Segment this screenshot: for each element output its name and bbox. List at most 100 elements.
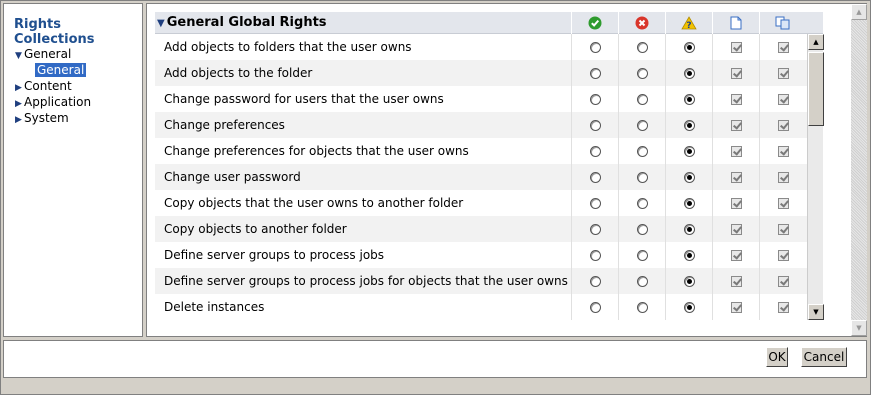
granted-radio-cell — [571, 164, 618, 190]
denied-radio-cell — [618, 216, 665, 242]
denied-radio[interactable] — [636, 249, 648, 261]
apply-to-object-checkbox[interactable] — [730, 171, 742, 183]
granted-radio[interactable] — [589, 67, 601, 79]
denied-radio-cell — [618, 34, 665, 60]
table-vertical-scrollbar[interactable]: ▲ ▼ — [807, 34, 824, 320]
table-row: Copy objects to another folder — [155, 216, 807, 242]
denied-radio[interactable] — [636, 223, 648, 235]
apply-to-object-checkbox[interactable] — [730, 197, 742, 209]
expanded-arrow-icon[interactable]: ▼ — [157, 18, 165, 29]
denied-radio[interactable] — [636, 197, 648, 209]
apply-to-subobjects-checkbox[interactable] — [777, 301, 789, 313]
apply-to-subobjects-checkbox[interactable] — [777, 249, 789, 261]
table-row: Add objects to folders that the user own… — [155, 34, 807, 60]
apply-to-object-checkbox-cell — [712, 268, 759, 294]
collapsed-arrow-icon[interactable]: ▶ — [15, 112, 24, 128]
apply-to-object-icon — [730, 16, 742, 30]
not-specified-radio[interactable] — [683, 41, 695, 53]
scroll-down-arrow-icon[interactable]: ▼ — [808, 304, 824, 320]
denied-x-icon — [635, 16, 649, 30]
dialog-footer — [3, 340, 867, 378]
scroll-up-arrow-icon[interactable]: ▲ — [808, 34, 824, 50]
not-specified-radio[interactable] — [683, 249, 695, 261]
granted-radio[interactable] — [589, 145, 601, 157]
granted-radio[interactable] — [589, 41, 601, 53]
not-specified-radio-cell — [665, 164, 712, 190]
apply-to-subobjects-checkbox-cell — [759, 294, 806, 320]
apply-to-subobjects-checkbox[interactable] — [777, 223, 789, 235]
denied-radio[interactable] — [636, 145, 648, 157]
cancel-button[interactable]: Cancel — [801, 347, 847, 367]
apply-to-object-checkbox-cell — [712, 60, 759, 86]
denied-radio[interactable] — [636, 275, 648, 287]
tree-item-application[interactable]: ▶ Application — [15, 94, 91, 110]
right-label: Define server groups to process jobs — [164, 248, 385, 262]
apply-to-subobjects-checkbox[interactable] — [777, 67, 789, 79]
apply-to-subobjects-checkbox-cell — [759, 60, 806, 86]
apply-to-subobjects-checkbox[interactable] — [777, 41, 789, 53]
apply-to-object-checkbox-cell — [712, 190, 759, 216]
denied-radio[interactable] — [636, 93, 648, 105]
not-specified-radio[interactable] — [683, 119, 695, 131]
denied-radio[interactable] — [636, 67, 648, 79]
scroll-thumb[interactable] — [808, 52, 824, 126]
denied-radio[interactable] — [636, 171, 648, 183]
tree-item-system[interactable]: ▶ System — [15, 110, 91, 126]
granted-radio-cell — [571, 268, 618, 294]
right-label: Change preferences — [164, 118, 285, 132]
right-label: Add objects to folders that the user own… — [164, 40, 412, 54]
tree-item-general[interactable]: ▼ General — [15, 46, 91, 62]
column-header-denied[interactable] — [618, 12, 665, 34]
ok-button[interactable]: OK — [766, 347, 788, 367]
scroll-down-arrow-icon[interactable]: ▼ — [851, 320, 867, 336]
column-header-not-specified[interactable]: ? — [665, 12, 712, 34]
section-title[interactable]: ▼ General Global Rights — [157, 15, 327, 30]
apply-to-object-checkbox[interactable] — [730, 301, 742, 313]
granted-radio[interactable] — [589, 249, 601, 261]
not-specified-radio[interactable] — [683, 223, 695, 235]
granted-radio[interactable] — [589, 223, 601, 235]
apply-to-object-checkbox[interactable] — [730, 223, 742, 235]
not-specified-radio[interactable] — [683, 145, 695, 157]
denied-radio[interactable] — [636, 119, 648, 131]
granted-radio[interactable] — [589, 301, 601, 313]
column-header-apply-subobjects[interactable] — [759, 12, 806, 34]
apply-to-subobjects-checkbox[interactable] — [777, 119, 789, 131]
not-specified-radio[interactable] — [683, 301, 695, 313]
not-specified-radio[interactable] — [683, 275, 695, 287]
apply-to-subobjects-checkbox[interactable] — [777, 197, 789, 209]
apply-to-object-checkbox[interactable] — [730, 119, 742, 131]
denied-radio[interactable] — [636, 41, 648, 53]
apply-to-object-checkbox[interactable] — [730, 67, 742, 79]
expanded-arrow-icon[interactable]: ▼ — [15, 48, 24, 64]
apply-to-subobjects-checkbox-cell — [759, 268, 806, 294]
not-specified-radio[interactable] — [683, 171, 695, 183]
apply-to-subobjects-checkbox[interactable] — [777, 275, 789, 287]
apply-to-object-checkbox[interactable] — [730, 275, 742, 287]
apply-to-subobjects-checkbox[interactable] — [777, 171, 789, 183]
not-specified-radio[interactable] — [683, 197, 695, 209]
granted-radio[interactable] — [589, 93, 601, 105]
granted-radio[interactable] — [589, 119, 601, 131]
right-label: Delete instances — [164, 300, 265, 314]
granted-radio[interactable] — [589, 171, 601, 183]
tree-item-general-general[interactable]: General — [15, 62, 91, 78]
granted-radio[interactable] — [589, 275, 601, 287]
denied-radio[interactable] — [636, 301, 648, 313]
apply-to-object-checkbox[interactable] — [730, 93, 742, 105]
tree-item-content[interactable]: ▶ Content — [15, 78, 91, 94]
apply-to-object-checkbox[interactable] — [730, 145, 742, 157]
column-header-granted[interactable] — [571, 12, 618, 34]
scroll-up-arrow-icon[interactable]: ▲ — [851, 4, 867, 20]
apply-to-subobjects-checkbox[interactable] — [777, 145, 789, 157]
granted-check-icon — [588, 16, 602, 30]
panel-vertical-scrollbar[interactable]: ▲ ▼ — [851, 4, 867, 336]
column-header-apply-object[interactable] — [712, 12, 759, 34]
apply-to-object-checkbox-cell — [712, 242, 759, 268]
not-specified-radio[interactable] — [683, 67, 695, 79]
apply-to-subobjects-checkbox[interactable] — [777, 93, 789, 105]
apply-to-object-checkbox[interactable] — [730, 41, 742, 53]
not-specified-radio[interactable] — [683, 93, 695, 105]
apply-to-object-checkbox[interactable] — [730, 249, 742, 261]
granted-radio[interactable] — [589, 197, 601, 209]
